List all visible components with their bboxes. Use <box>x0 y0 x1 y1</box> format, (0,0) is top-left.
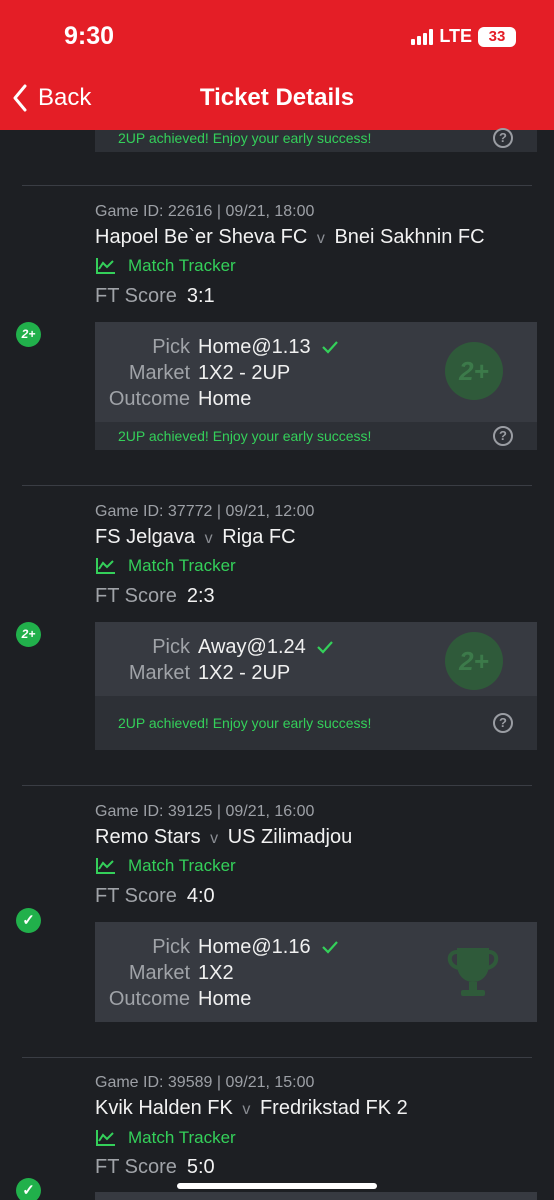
outcome-value: Home <box>198 987 252 1010</box>
home-team: Hapoel Be`er Sheva FC <box>95 226 308 248</box>
game-meta: Game ID: 39125 | 09/21, 16:00 <box>95 803 315 820</box>
home-team: Remo Stars <box>95 826 201 848</box>
pick-text: Home@1.16 <box>198 935 311 958</box>
ft-score: FT Score 2:3 <box>95 585 215 608</box>
home-team: FS Jelgava <box>95 526 196 548</box>
footer-message: 2UP achieved! Enjoy your early success! <box>118 715 372 731</box>
market-label: Market <box>128 361 190 384</box>
versus-label: v <box>204 530 213 547</box>
game-meta: Game ID: 22616 | 09/21, 18:00 <box>95 203 315 220</box>
status-indicators: LTE 33 <box>411 26 516 47</box>
match-tracker-label: Match Tracker <box>128 856 236 875</box>
ft-score-label: FT Score <box>95 585 177 607</box>
help-icon[interactable]: ? <box>493 128 513 148</box>
game-meta: Game ID: 39589 | 09/21, 15:00 <box>95 1074 315 1091</box>
away-team: Fredrikstad FK 2 <box>259 1097 408 1119</box>
match-tracker-label: Match Tracker <box>128 1128 236 1147</box>
pick-label: Pick <box>152 935 190 958</box>
pick-label: Pick <box>152 335 190 358</box>
divider <box>22 785 532 786</box>
ft-score-label: FT Score <box>95 885 177 907</box>
selection-card-partial <box>95 1192 537 1200</box>
page-title: Ticket Details <box>199 84 355 111</box>
ft-score: FT Score 5:0 <box>95 1156 215 1179</box>
two-up-watermark-icon: 2+ <box>445 342 503 400</box>
match-tracker-link[interactable]: Match Tracker <box>95 856 236 876</box>
won-check-icon: ✓ <box>16 908 41 933</box>
match-tracker-label: Match Tracker <box>128 556 236 575</box>
card-footer: 2UP achieved! Enjoy your early success! … <box>95 696 537 750</box>
market-label: Market <box>128 661 190 684</box>
divider <box>22 185 532 186</box>
footer-message: 2UP achieved! Enjoy your early success! <box>118 428 372 444</box>
away-team: US Zilimadjou <box>227 826 353 848</box>
app-header: 9:30 LTE 33 Back Ticket Details <box>0 0 554 130</box>
versus-label: v <box>316 230 325 247</box>
ft-score-label: FT Score <box>95 285 177 307</box>
home-indicator[interactable] <box>177 1183 377 1189</box>
pick-value: Home@1.16 <box>198 936 339 959</box>
ft-score-value: 2:3 <box>186 585 215 607</box>
match-tracker-link[interactable]: Match Tracker <box>95 556 236 576</box>
pick-label: Pick <box>152 635 190 658</box>
home-team: Kvik Halden FK <box>95 1097 233 1119</box>
selection-card: 2+ Pick Away@1.24 Market 1X2 - 2UP 2UP ach… <box>95 622 537 750</box>
footer-message: 2UP achieved! Enjoy your early success! <box>118 130 372 146</box>
pick-value: Away@1.24 <box>198 636 334 659</box>
market-value: 1X2 <box>198 961 234 984</box>
match-teams: Remo Stars v US Zilimadjou <box>95 826 352 849</box>
outcome-label: Outcome <box>108 987 190 1010</box>
status-time: 9:30 <box>64 22 115 50</box>
ft-score-value: 3:1 <box>186 285 215 307</box>
outcome-label: Outcome <box>108 387 190 410</box>
match-teams: Kvik Halden FK v Fredrikstad FK 2 <box>95 1097 408 1120</box>
battery-icon: 33 <box>478 26 516 47</box>
versus-label: v <box>210 830 219 847</box>
chart-line-icon <box>96 258 115 274</box>
chart-line-icon <box>96 1130 115 1146</box>
pick-text: Home@1.13 <box>198 335 311 358</box>
help-icon[interactable]: ? <box>493 426 513 446</box>
two-up-badge-icon: 2+ <box>16 622 41 647</box>
selection-card: 2+ Pick Home@1.13 Market 1X2 - 2UP Outcome… <box>95 322 537 450</box>
ft-score-value: 5:0 <box>186 1156 215 1178</box>
match-teams: FS Jelgava v Riga FC <box>95 526 296 549</box>
ft-score-label: FT Score <box>95 1156 177 1178</box>
two-up-badge-icon: 2+ <box>16 322 41 347</box>
chart-line-icon <box>96 858 115 874</box>
chart-line-icon <box>96 558 115 574</box>
ft-score: FT Score 3:1 <box>95 285 215 308</box>
selection-card: Pick Home@1.16 Market 1X2 Outcome Home <box>95 922 537 1022</box>
away-team: Bnei Sakhnin FC <box>334 226 485 248</box>
versus-label: v <box>242 1101 251 1118</box>
card-footer: 2UP achieved! Enjoy your early success! … <box>95 422 537 450</box>
ft-score: FT Score 4:0 <box>95 885 215 908</box>
market-label: Market <box>128 961 190 984</box>
signal-icon <box>411 28 434 45</box>
pick-text: Away@1.24 <box>198 635 306 658</box>
check-icon <box>321 941 338 954</box>
match-teams: Hapoel Be`er Sheva FC v Bnei Sakhnin FC <box>95 226 485 249</box>
match-tracker-label: Match Tracker <box>128 256 236 275</box>
divider <box>22 1057 532 1058</box>
selection-card-partial: 2UP achieved! Enjoy your early success! … <box>95 128 537 152</box>
match-tracker-link[interactable]: Match Tracker <box>95 256 236 276</box>
help-icon[interactable]: ? <box>493 713 513 733</box>
ft-score-value: 4:0 <box>186 885 215 907</box>
won-check-icon: ✓ <box>16 1178 41 1200</box>
check-icon <box>317 641 333 654</box>
market-value: 1X2 - 2UP <box>198 361 291 384</box>
outcome-value: Home <box>198 387 252 410</box>
divider <box>22 485 532 486</box>
network-label: LTE <box>439 26 472 46</box>
match-tracker-link[interactable]: Match Tracker <box>95 1128 236 1148</box>
trophy-icon <box>447 948 499 996</box>
two-up-watermark-icon: 2+ <box>445 632 503 690</box>
away-team: Riga FC <box>222 526 296 548</box>
pick-value: Home@1.13 <box>198 336 339 359</box>
market-value: 1X2 - 2UP <box>198 661 291 684</box>
check-icon <box>321 341 338 354</box>
game-meta: Game ID: 37772 | 09/21, 12:00 <box>95 503 315 520</box>
